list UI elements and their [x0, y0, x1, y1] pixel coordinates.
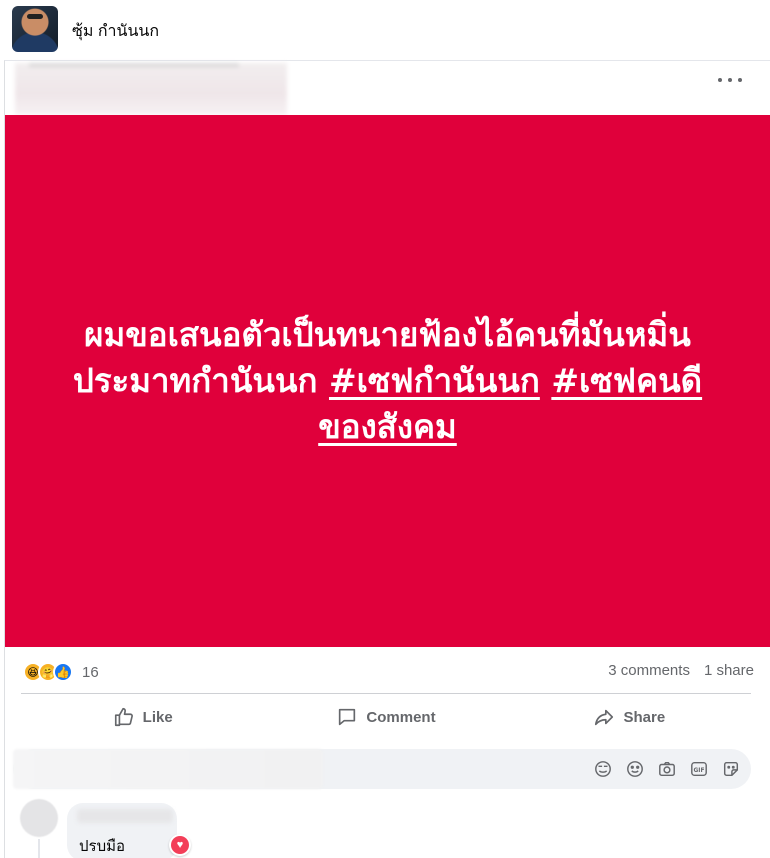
divider: [21, 693, 751, 694]
shares-count-link[interactable]: 1 share: [704, 662, 754, 679]
comment-label: Comment: [366, 708, 436, 726]
post-card: ผมขอเสนอตัวเป็นทนายฟ้องไอ้คนที่มันหมิ่นป…: [4, 60, 770, 858]
like-label: Like: [142, 708, 173, 726]
post-author-header-blurred: [15, 63, 287, 115]
share-button[interactable]: Share: [508, 697, 751, 737]
comment-reaction[interactable]: ♥: [169, 834, 191, 856]
svg-text:GIF: GIF: [694, 768, 705, 774]
reaction-summary[interactable]: 😆 🤗 👍 16: [23, 661, 99, 683]
post-actions: Like Comment Share: [21, 697, 751, 737]
camera-icon[interactable]: [657, 759, 677, 779]
write-comment-input[interactable]: GIF: [13, 749, 751, 789]
comment-input-blurred: [13, 749, 323, 789]
avatar[interactable]: [12, 6, 58, 52]
comment-tools: GIF: [593, 759, 741, 779]
more-options-icon[interactable]: [718, 69, 742, 91]
like-icon: 👍: [53, 662, 73, 682]
commenter-name-blurred: [77, 809, 173, 823]
post-text-image[interactable]: ผมขอเสนอตัวเป็นทนายฟ้องไอ้คนที่มันหมิ่นป…: [5, 115, 770, 647]
sticker-face-icon[interactable]: [593, 759, 613, 779]
reaction-count: 16: [82, 663, 99, 681]
share-arrow-icon: [595, 709, 614, 726]
comment-button[interactable]: Comment: [264, 697, 507, 737]
like-button[interactable]: Like: [21, 697, 264, 737]
comments-count-link[interactable]: 3 comments: [608, 662, 690, 679]
love-icon: ♥: [171, 836, 189, 854]
page-name[interactable]: ซุ้ม กำนันนก: [72, 19, 159, 44]
thumbs-up-icon: [114, 707, 133, 727]
comment-text: ปรบมือ: [79, 838, 125, 855]
comment-bubble-icon: [339, 708, 356, 726]
thread-line: [38, 839, 40, 858]
page-header: ซุ้ม กำนันนก: [0, 0, 770, 58]
share-label: Share: [623, 708, 666, 726]
post-text: ผมขอเสนอตัวเป็นทนายฟ้องไอ้คนที่มันหมิ่นป…: [58, 312, 718, 450]
engagement-stats: 3 comments 1 share: [608, 662, 754, 679]
sticker-icon[interactable]: [721, 759, 741, 779]
commenter-avatar[interactable]: [20, 799, 58, 837]
hashtag-link[interactable]: #เซฟกำนันนก: [329, 361, 540, 400]
gif-icon[interactable]: GIF: [689, 759, 709, 779]
comment-bubble: ปรบมือ: [67, 803, 177, 858]
emoji-icon[interactable]: [625, 759, 645, 779]
